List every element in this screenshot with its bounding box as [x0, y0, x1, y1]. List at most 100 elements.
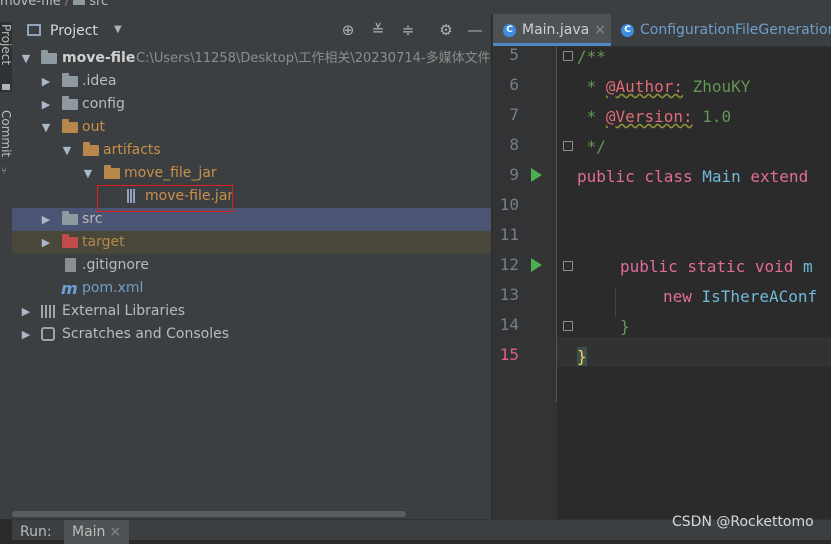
excluded-folder-icon [62, 234, 78, 248]
tree-item-label: move_file_jar [124, 165, 217, 181]
close-icon[interactable]: × [594, 22, 606, 38]
chevron-down-icon[interactable]: ▼ [82, 162, 94, 185]
line-number: 6 [509, 75, 519, 94]
code-line-15: } [577, 347, 587, 366]
tree-item-move-file-jar-folder[interactable]: ▼ move_file_jar [12, 162, 491, 185]
line-number: 5 [509, 45, 519, 64]
breadcrumb-folder-icon [73, 0, 86, 5]
tab-label: Main.java [522, 22, 590, 38]
run-tab-label: Main [72, 524, 106, 540]
code-line-12: public static void m [620, 257, 813, 276]
maven-icon: m [61, 279, 78, 298]
view-dropdown-icon[interactable]: ▼ [114, 24, 122, 35]
tree-item-pom-xml[interactable]: m pom.xml [12, 277, 491, 300]
folder-icon [62, 96, 78, 110]
tree-item-move-file[interactable]: ▼ move-file C:\Users\11258\Desktop\工作相关\… [12, 47, 491, 70]
tree-item-gitignore[interactable]: .gitignore [12, 254, 491, 277]
folder-icon [62, 73, 78, 87]
tree-item-external-libraries[interactable]: ▶ External Libraries [12, 300, 491, 323]
chevron-down-icon[interactable]: ▼ [20, 47, 32, 70]
tree-item-src[interactable]: ▶ src [12, 208, 491, 231]
editor-panel: C Main.java × C ConfigurationFileGeneration… [492, 14, 831, 519]
watermark: CSDN @Rockettomo [672, 514, 814, 530]
expand-all-icon[interactable]: ≚ [370, 22, 386, 38]
class-icon: C [621, 23, 634, 37]
tree-item-idea[interactable]: ▶ .idea [12, 70, 491, 93]
tree-item-scratches[interactable]: ▶ Scratches and Consoles [12, 323, 491, 346]
code-line-5: /** [577, 47, 606, 66]
collapse-all-icon[interactable]: ≑ [400, 22, 416, 38]
line-number: 9 [509, 165, 519, 184]
tree-item-label: move-file [62, 50, 136, 66]
tree-item-label: .gitignore [82, 257, 149, 273]
tree-item-label: Scratches and Consoles [62, 326, 229, 342]
line-number: 13 [499, 285, 519, 304]
gitignore-file-icon [65, 258, 76, 272]
tree-item-artifacts[interactable]: ▼ artifacts [12, 139, 491, 162]
close-icon[interactable]: × [109, 524, 121, 540]
locate-file-icon[interactable]: ⊕ [340, 22, 356, 38]
project-tool-button[interactable]: Project [0, 22, 13, 92]
breadcrumb-separator: / [64, 0, 70, 9]
tab-main-java[interactable]: C Main.java × [493, 14, 611, 46]
line-number: 12 [499, 255, 519, 274]
tab-configuration-file-generation[interactable]: C ConfigurationFileGeneration. [621, 14, 831, 46]
project-icon [2, 84, 10, 90]
code-area[interactable]: /** * @Author: ZhouKY * @Version: 1.0 */… [557, 47, 831, 519]
indent-guide [615, 287, 616, 317]
chevron-down-icon[interactable]: ▼ [61, 139, 73, 162]
run-tab-main[interactable]: Main × [64, 520, 130, 544]
code-line-7: * @Version: 1.0 [577, 107, 732, 126]
tree-item-move-file-jar[interactable]: move-file.jar [12, 185, 491, 208]
excluded-folder-icon [62, 119, 78, 133]
commit-icon: ⑂ [1, 166, 7, 177]
tree-item-label: External Libraries [62, 303, 185, 319]
code-line-9: public class Main extend [577, 167, 809, 186]
folder-icon [62, 211, 78, 225]
tree-item-label: .idea [82, 73, 117, 89]
run-icon[interactable] [531, 168, 542, 182]
chevron-right-icon[interactable]: ▶ [20, 300, 32, 323]
chevron-right-icon[interactable]: ▶ [40, 93, 52, 116]
chevron-right-icon[interactable]: ▶ [40, 231, 52, 254]
editor-gutter: 5 6 7 8 9 10 11 12 13 14 15 [493, 45, 573, 519]
red-highlight-box [97, 185, 233, 212]
run-icon[interactable] [531, 258, 542, 272]
project-view-icon [27, 24, 41, 36]
navigation-bar: move-file / src [0, 0, 831, 14]
line-number: 10 [499, 195, 519, 214]
line-number: 11 [499, 225, 519, 244]
tree-item-target[interactable]: ▶ target [12, 231, 491, 254]
tree-item-label: out [82, 119, 105, 135]
libraries-icon [41, 305, 57, 318]
line-number: 7 [509, 105, 519, 124]
horizontal-scrollbar[interactable] [12, 511, 406, 517]
project-panel-header: Project ▼ ⊕ ≚ ≑ ⚙ — [12, 14, 491, 48]
chevron-right-icon[interactable]: ▶ [40, 70, 52, 93]
chevron-down-icon[interactable]: ▼ [40, 116, 52, 139]
module-folder-icon [41, 50, 57, 64]
code-line-6: * @Author: ZhouKY [577, 77, 751, 96]
class-icon: C [503, 23, 516, 37]
tree-item-config[interactable]: ▶ config [12, 93, 491, 116]
tree-item-label: config [82, 96, 125, 112]
excluded-folder-icon [104, 165, 120, 179]
gear-icon[interactable]: ⚙ [438, 22, 454, 38]
project-panel-title[interactable]: Project [50, 23, 98, 39]
hide-panel-icon[interactable]: — [467, 22, 483, 38]
breadcrumb-project[interactable]: move-file [0, 0, 61, 9]
scratches-icon [41, 327, 55, 341]
project-path: C:\Users\11258\Desktop\工作相关\20230714-多媒体… [136, 51, 491, 66]
tree-item-out[interactable]: ▼ out [12, 116, 491, 139]
current-line-highlight [557, 337, 831, 367]
line-number-current: 15 [499, 345, 519, 364]
tree-item-label: artifacts [103, 142, 161, 158]
chevron-right-icon[interactable]: ▶ [20, 323, 32, 346]
commit-tool-button[interactable]: Commit ⑂ [0, 96, 13, 186]
breadcrumb-src[interactable]: src [89, 0, 108, 9]
run-label: Run: [20, 524, 52, 540]
chevron-right-icon[interactable]: ▶ [40, 208, 52, 231]
tree-item-label: target [82, 234, 125, 250]
code-line-8: */ [577, 137, 606, 156]
project-panel: Project ▼ ⊕ ≚ ≑ ⚙ — ▼ move-file C:\Users… [12, 14, 491, 519]
